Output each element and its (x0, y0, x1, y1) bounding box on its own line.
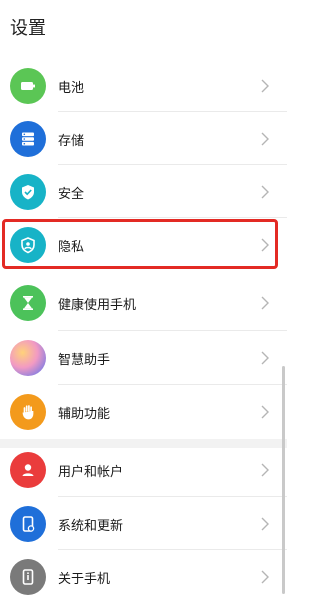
assistant-icon (10, 340, 46, 376)
settings-item-accessibility[interactable]: 辅助功能 (0, 385, 287, 439)
settings-item-label: 系统和更新 (58, 519, 124, 534)
battery-icon (10, 68, 46, 104)
settings-item-battery[interactable]: 电池 (0, 59, 287, 113)
chevron-right-icon (261, 132, 269, 146)
page-title: 设置 (10, 18, 46, 39)
shield-check-icon (10, 174, 46, 210)
scrollbar[interactable] (282, 366, 285, 594)
settings-item-storage[interactable]: 存储 (0, 112, 287, 166)
settings-item-label: 辅助功能 (58, 407, 111, 422)
chevron-right-icon (261, 517, 269, 531)
hourglass-icon (10, 285, 46, 321)
settings-item-label: 健康使用手机 (58, 298, 137, 313)
settings-item-label: 存储 (58, 134, 85, 149)
phone-update-icon (10, 506, 46, 542)
settings-item-security[interactable]: 安全 (0, 165, 287, 219)
settings-item-assistant[interactable]: 智慧助手 (0, 331, 287, 385)
user-icon (10, 452, 46, 488)
chevron-right-icon (261, 185, 269, 199)
chevron-right-icon (261, 79, 269, 93)
chevron-right-icon (261, 570, 269, 584)
settings-item-label: 关于手机 (58, 572, 111, 587)
settings-item-about-phone[interactable]: 关于手机 (0, 550, 287, 604)
settings-item-system-update[interactable]: 系统和更新 (0, 497, 287, 551)
settings-item-label: 安全 (58, 187, 85, 202)
chevron-right-icon (261, 463, 269, 477)
settings-item-label: 智慧助手 (58, 353, 111, 368)
storage-icon (10, 121, 46, 157)
chevron-right-icon (261, 351, 269, 365)
hand-icon (10, 394, 46, 430)
settings-item-label: 用户和帐户 (58, 465, 124, 480)
settings-item-label: 电池 (58, 81, 85, 96)
phone-info-icon (10, 559, 46, 595)
chevron-right-icon (261, 296, 269, 310)
settings-item-users-accounts[interactable]: 用户和帐户 (0, 443, 287, 497)
chevron-right-icon (261, 405, 269, 419)
settings-item-digital-balance[interactable]: 健康使用手机 (0, 276, 287, 330)
highlight-box (2, 219, 278, 269)
